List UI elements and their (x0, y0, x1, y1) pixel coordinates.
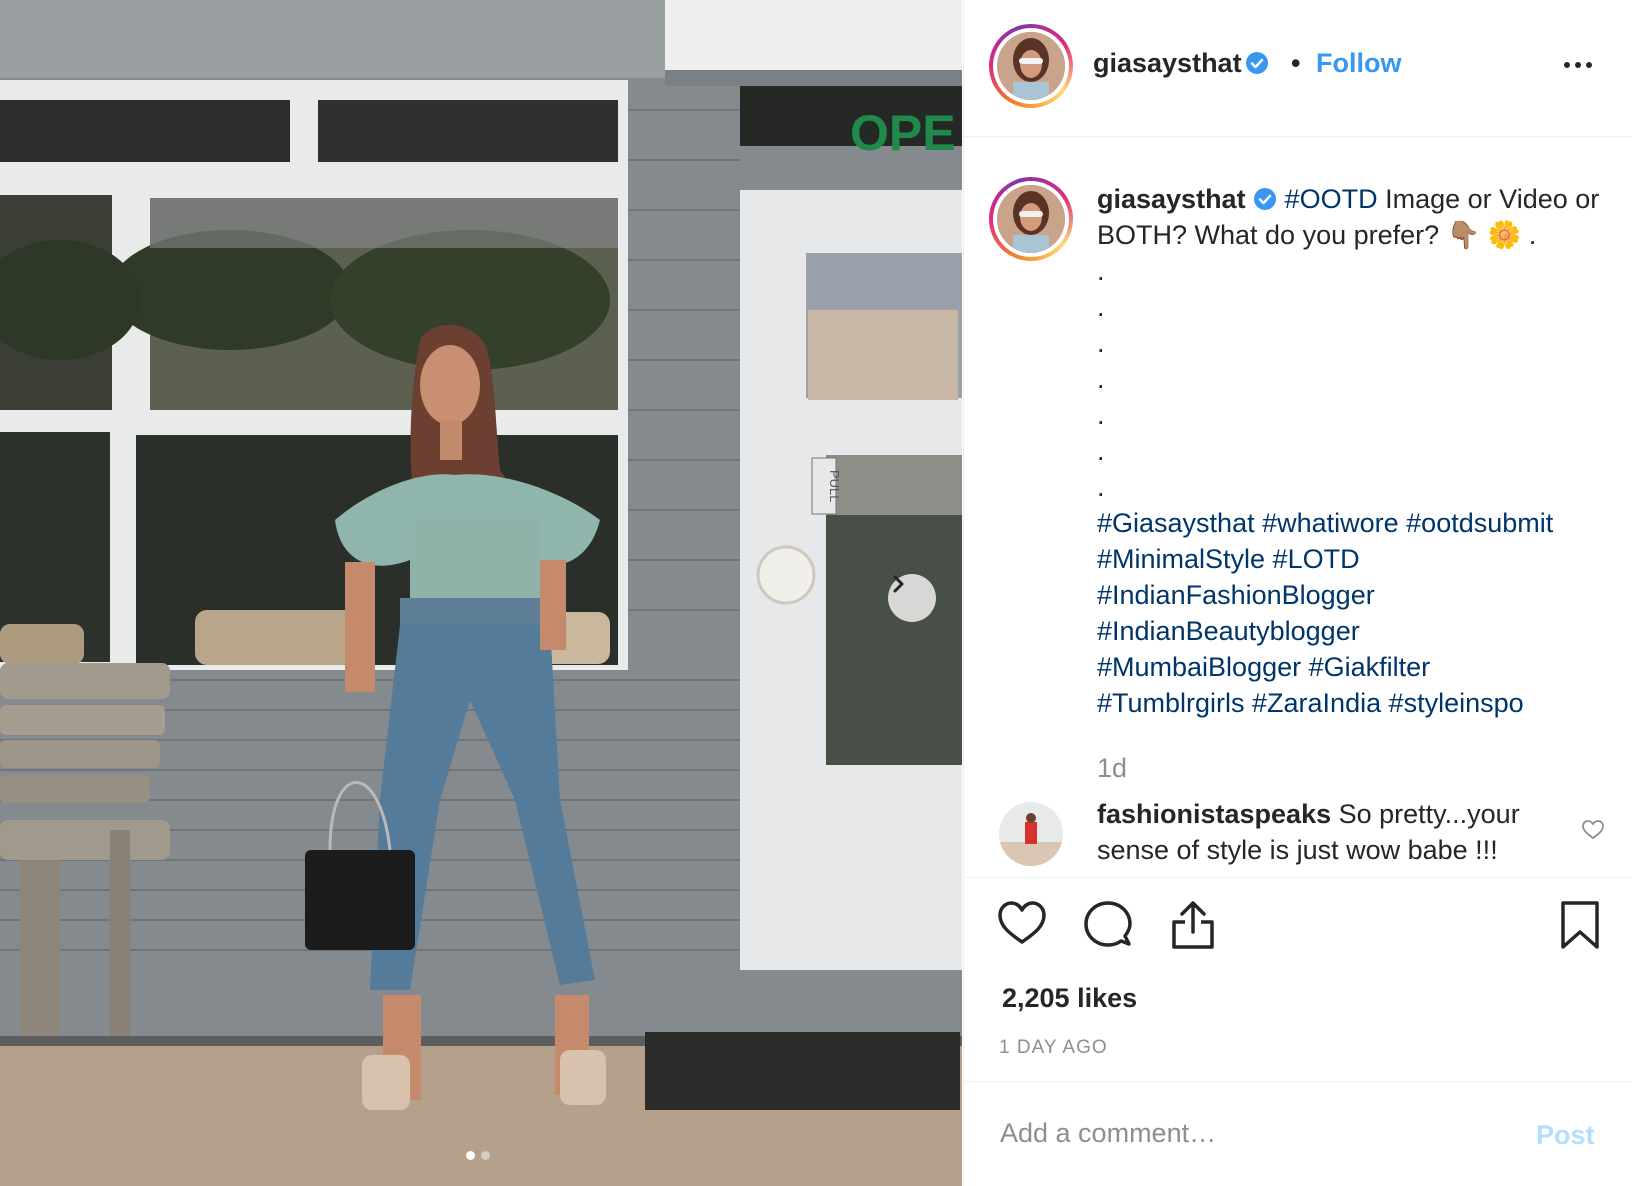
caption-dot: . (1097, 256, 1105, 286)
caption-dot: . (1097, 400, 1105, 430)
hashtag-line[interactable]: #IndianBeautyblogger (1097, 613, 1607, 649)
hashtag-line[interactable]: #MumbaiBlogger #Giakfilter (1097, 649, 1607, 685)
comment-icon[interactable] (1084, 900, 1132, 948)
caption-age[interactable]: 1d (1097, 753, 1127, 784)
post-photo[interactable]: OPE PULL (0, 0, 962, 1186)
caption-dot: . (1097, 436, 1105, 466)
comments-area[interactable]: giasaysthat #OOTD Image or Video or BOTH… (964, 137, 1632, 877)
carousel-dot-1[interactable] (466, 1151, 475, 1160)
chevron-right-icon (893, 575, 904, 593)
avatar-image (997, 185, 1065, 253)
photo-illustration: OPE PULL (0, 0, 962, 1186)
open-sign: OPE (850, 105, 956, 161)
share-icon[interactable] (1170, 900, 1216, 950)
caption-dot: . (1097, 328, 1105, 358)
more-options-icon[interactable] (1564, 62, 1592, 68)
add-comment-input[interactable] (1000, 1118, 1480, 1149)
avatar-image (997, 32, 1065, 100)
post-comment-button[interactable]: Post (1536, 1120, 1595, 1151)
caption-dot: . (1097, 292, 1105, 322)
caption-dot: . (1097, 364, 1105, 394)
verified-badge-icon (1246, 52, 1268, 74)
caption-author-avatar[interactable] (989, 177, 1073, 261)
comment-text: fashionistaspeaks So pretty...your sense… (1097, 796, 1557, 868)
commenter-avatar[interactable] (999, 802, 1063, 866)
author-username[interactable]: giasaysthat (1093, 48, 1242, 79)
hashtag-link[interactable]: #OOTD (1285, 184, 1378, 214)
carousel-next-button[interactable] (888, 574, 936, 622)
caption-username[interactable]: giasaysthat (1097, 184, 1246, 214)
hashtag-line[interactable]: #MinimalStyle #LOTD (1097, 541, 1607, 577)
likes-count[interactable]: 2,205 likes (1002, 983, 1137, 1014)
carousel-indicator (466, 1151, 490, 1160)
hashtag-line[interactable]: #Giasaysthat #whatiwore #ootdsubmit (1097, 505, 1607, 541)
post-details-panel: giasaysthat • Follow giasaysthat #OOTD I… (963, 0, 1632, 1186)
heart-icon[interactable] (997, 900, 1047, 946)
post-timestamp[interactable]: 1 DAY AGO (999, 1037, 1108, 1059)
add-comment-divider (964, 1081, 1632, 1082)
hashtag-line[interactable]: #IndianFashionBlogger (1097, 577, 1607, 613)
comment-like-heart-icon[interactable] (1581, 818, 1605, 842)
post-caption: giasaysthat #OOTD Image or Video or BOTH… (1097, 181, 1607, 721)
header-separator: • (1291, 48, 1301, 78)
action-bar (964, 900, 1632, 960)
pull-label: PULL (827, 470, 842, 503)
commenter-username[interactable]: fashionistaspeaks (1097, 799, 1331, 829)
bookmark-icon[interactable] (1560, 900, 1600, 950)
hashtag-line[interactable]: #Tumblrgirls #ZaraIndia #styleinspo (1097, 685, 1607, 721)
post-header: giasaysthat • Follow (964, 0, 1632, 137)
caption-dot: . (1097, 472, 1105, 502)
carousel-dot-2[interactable] (481, 1151, 490, 1160)
avatar-image (999, 802, 1063, 866)
actions-divider (964, 877, 1632, 878)
author-avatar[interactable] (989, 24, 1073, 108)
follow-button[interactable]: Follow (1316, 48, 1401, 79)
verified-badge-icon (1254, 188, 1277, 210)
